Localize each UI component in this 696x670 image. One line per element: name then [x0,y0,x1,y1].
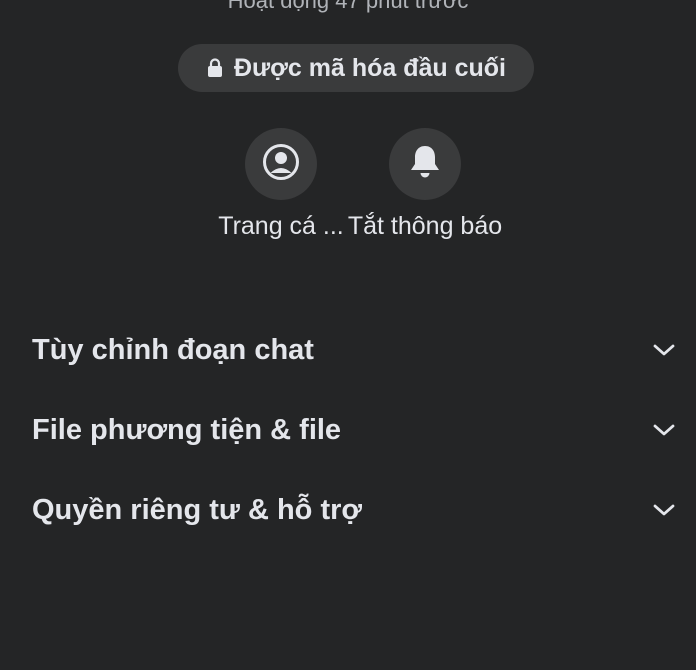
mute-notifications-label: Tắt thông báo [347,212,503,240]
section-customize-chat[interactable]: Tùy chỉnh đoạn chat [0,320,696,380]
active-status-text: Hoạt động 47 phút trước [227,0,469,13]
section-media-files[interactable]: File phương tiện & file [0,400,696,460]
section-media-files-title: File phương tiện & file [32,413,342,446]
mute-notifications-button[interactable]: Tắt thông báo [345,128,505,242]
end-to-end-encrypted-badge[interactable]: Được mã hóa đầu cuối [178,44,534,92]
section-customize-chat-title: Tùy chỉnh đoạn chat [32,333,314,366]
end-to-end-encrypted-label: Được mã hóa đầu cuối [233,53,507,82]
chevron-down-icon[interactable] [652,418,676,442]
section-privacy-support[interactable]: Quyền riêng tư & hỗ trợ [0,480,696,540]
mute-notifications-circle[interactable] [389,128,461,200]
lock-icon [206,57,224,79]
profile-button-label: Trang cá ... [218,212,344,240]
chevron-down-icon[interactable] [652,338,676,362]
chat-info-panel: Hoạt động 47 phút trước Được mã hóa đầu … [0,0,696,670]
chevron-down-icon[interactable] [652,498,676,522]
profile-button[interactable]: Trang cá ... [201,128,361,242]
profile-icon [262,143,300,186]
section-privacy-support-title: Quyền riêng tư & hỗ trợ [32,493,363,526]
bell-icon [408,144,442,185]
profile-button-circle[interactable] [245,128,317,200]
